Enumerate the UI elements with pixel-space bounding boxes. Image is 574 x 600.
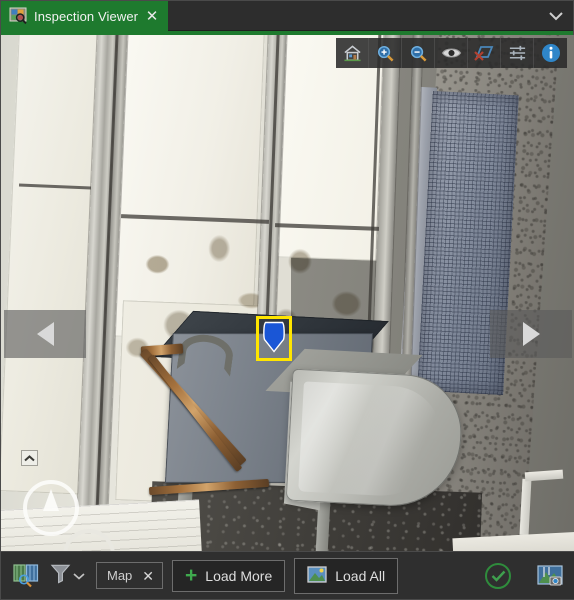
load-all-label: Load All — [335, 567, 386, 584]
bottom-toolbar: Map ✕ + Load More Load All — [1, 551, 574, 599]
collapse-panel-button[interactable] — [21, 450, 38, 466]
filter-funnel-icon — [50, 562, 71, 589]
inspection-image-search-icon — [9, 7, 27, 25]
zoom-in-icon[interactable] — [369, 38, 402, 68]
compass-needle-icon — [43, 489, 59, 511]
zoom-out-icon[interactable] — [402, 38, 435, 68]
tab-close-icon[interactable]: ✕ — [145, 9, 159, 24]
load-more-button[interactable]: + Load More — [172, 559, 286, 592]
info-icon[interactable] — [534, 38, 567, 68]
next-image-button[interactable] — [490, 310, 572, 358]
inspection-photo — [1, 35, 574, 554]
previous-image-button[interactable] — [4, 310, 86, 358]
image-icon — [307, 565, 327, 586]
filter-chip-map[interactable]: Map ✕ — [96, 562, 164, 589]
chevron-right-icon — [522, 322, 540, 346]
window-titlebar: Inspection Viewer ✕ — [1, 1, 573, 31]
filter-chip-close-icon[interactable]: ✕ — [142, 569, 154, 583]
image-search-icon[interactable] — [11, 561, 41, 591]
filter-chip-label: Map — [107, 568, 133, 583]
clear-shape-icon[interactable] — [468, 38, 501, 68]
sliders-icon[interactable] — [501, 38, 534, 68]
load-all-button[interactable]: Load All — [294, 557, 399, 594]
photo-stage[interactable] — [1, 35, 574, 554]
map-pin-marker-icon[interactable] — [263, 320, 285, 357]
filter-chevron-down-icon — [73, 567, 85, 585]
window-collapse-chevron-down-icon[interactable] — [539, 1, 573, 30]
load-more-label: Load More — [205, 567, 273, 584]
home-icon[interactable] — [336, 38, 369, 68]
photo-capture-icon[interactable] — [535, 561, 565, 591]
plus-icon: + — [185, 563, 198, 587]
selected-marker-highlight[interactable] — [256, 316, 292, 361]
confirm-check-icon[interactable] — [485, 562, 511, 589]
viewer-toolbar — [336, 38, 567, 68]
chevron-left-icon — [36, 322, 54, 346]
filter-dropdown[interactable] — [50, 562, 87, 589]
inspection-viewer-window: Inspection Viewer ✕ Map ✕ + Load More Lo… — [0, 0, 574, 600]
tab-label: Inspection Viewer — [34, 8, 139, 24]
eye-icon[interactable] — [435, 38, 468, 68]
titlebar-spacer — [168, 1, 539, 30]
tab-inspection-viewer[interactable]: Inspection Viewer ✕ — [1, 1, 169, 31]
compass-north-indicator[interactable] — [23, 480, 79, 536]
